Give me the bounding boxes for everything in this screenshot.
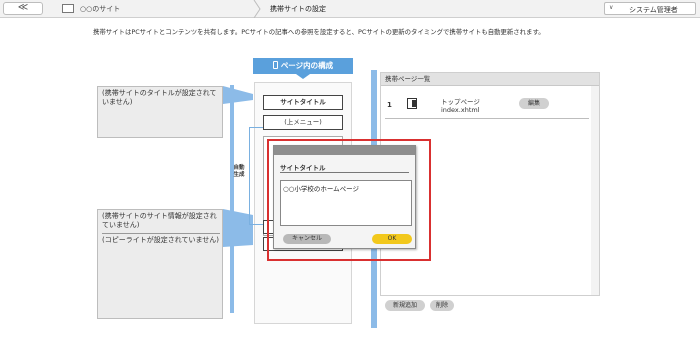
delete-page-button[interactable]: 削除 (430, 300, 454, 311)
page-filename: index.xhtml (441, 106, 480, 114)
top-menu-slot[interactable]: (上メニュー) (263, 115, 343, 130)
down-arrow-icon (296, 74, 310, 79)
connector-beam (223, 86, 253, 104)
user-menu-button[interactable]: ∨ システム管理者 (604, 2, 696, 15)
row-number: 1 (387, 101, 392, 109)
divider (280, 172, 409, 173)
divider (385, 118, 589, 119)
page-name[interactable]: トップページ (441, 96, 480, 106)
breadcrumb-separator-icon (253, 0, 261, 18)
add-page-button[interactable]: 新規追加 (385, 300, 425, 311)
cancel-button[interactable]: キャンセル (283, 234, 331, 244)
site-info-text: (携帯サイトのサイト情報が設定されていません) (102, 212, 217, 229)
site-info-note[interactable]: (携帯サイトのサイト情報が設定されていません) (コピーライトが設定されていませ… (97, 209, 223, 319)
site-title-note[interactable]: (携帯サイトのタイトルが設定されていません) (97, 86, 223, 138)
site-title-slot[interactable]: サイトタイトル (263, 95, 343, 110)
list-header: 携帯ページ一覧 (381, 73, 599, 86)
chevron-down-icon: ∨ (609, 4, 614, 11)
page-description: 携帯サイトはPCサイトとコンテンツを共有します。PCサイトの記事への参照を設定す… (93, 28, 545, 36)
site-icon (62, 4, 74, 13)
site-title-input[interactable]: ○○小学校のホームページ (280, 180, 412, 226)
scrollbar[interactable] (591, 86, 599, 295)
structure-header: ページ内の構成 (253, 58, 353, 74)
connector-bar (230, 85, 234, 313)
back-button[interactable]: ≪ (3, 2, 43, 15)
edit-button[interactable]: 編集 (519, 98, 549, 109)
breadcrumb-current: 携帯サイトの設定 (270, 5, 326, 13)
divider (102, 233, 220, 234)
auto-generate-bracket (249, 127, 263, 225)
ok-button[interactable]: OK (372, 234, 412, 244)
copyright-text: (コピーライトが設定されていません) (102, 236, 220, 244)
mobile-phone-icon (272, 61, 278, 69)
dialog-titlebar[interactable] (274, 146, 415, 155)
structure-header-label: ページ内の構成 (280, 61, 334, 70)
breadcrumb-site[interactable]: ○○のサイト (80, 4, 120, 14)
auto-generate-label: 自動 生成 (233, 165, 245, 178)
site-title-dialog: サイトタイトル ○○小学校のホームページ キャンセル OK (273, 145, 416, 249)
dialog-title: サイトタイトル (280, 164, 326, 172)
user-name: システム管理者 (629, 6, 678, 14)
mobile-page-icon (407, 98, 417, 109)
